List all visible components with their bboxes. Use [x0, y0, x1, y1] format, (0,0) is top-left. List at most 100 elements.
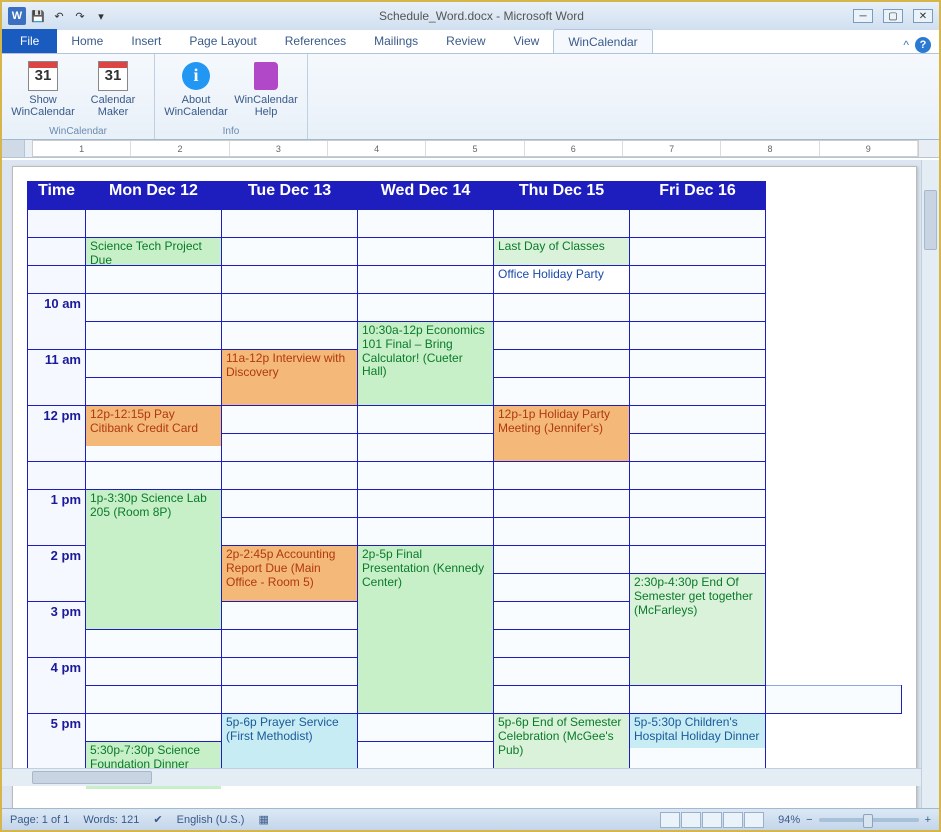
cell[interactable] — [630, 210, 766, 238]
event-childrens-hospital[interactable]: 5p-5:30p Children's Hospital Holiday Din… — [630, 714, 765, 748]
status-spellcheck-icon[interactable]: ✔ — [153, 813, 162, 826]
view-draft-button[interactable] — [744, 812, 764, 828]
tab-insert[interactable]: Insert — [117, 29, 175, 53]
qat-dropdown-icon[interactable]: ▾ — [92, 7, 110, 25]
cell[interactable] — [630, 686, 766, 714]
cell[interactable] — [358, 266, 494, 294]
cell[interactable]: 2p-5p Final Presentation (Kennedy Center… — [358, 546, 494, 714]
event-end-semester[interactable]: 2:30p-4:30p End Of Semester get together… — [630, 574, 765, 685]
cell[interactable] — [86, 266, 222, 294]
save-icon[interactable]: 💾 — [29, 7, 47, 25]
cell[interactable] — [630, 294, 766, 322]
tab-review[interactable]: Review — [432, 29, 499, 53]
about-wincalendar-button[interactable]: i About WinCalendar — [165, 58, 227, 124]
cell[interactable] — [358, 238, 494, 266]
cell[interactable] — [494, 322, 630, 350]
cell[interactable] — [494, 574, 630, 602]
cell[interactable]: Office Holiday Party — [494, 266, 630, 294]
horizontal-scrollbar[interactable] — [2, 768, 921, 786]
cell[interactable] — [494, 518, 630, 546]
cell[interactable] — [358, 406, 494, 434]
cell[interactable] — [86, 686, 222, 714]
cell[interactable] — [358, 210, 494, 238]
event-holiday-party[interactable]: Office Holiday Party — [494, 266, 629, 293]
cell[interactable] — [222, 322, 358, 350]
vertical-scrollbar[interactable] — [921, 160, 939, 808]
cell[interactable] — [358, 294, 494, 322]
event-interview[interactable]: 11a-12p Interview with Discovery — [222, 350, 357, 405]
cell[interactable] — [222, 238, 358, 266]
cell[interactable] — [222, 686, 358, 714]
cell[interactable]: Science Tech Project Due — [86, 238, 222, 266]
zoom-in-button[interactable]: + — [925, 814, 931, 826]
event-prayer-service[interactable]: 5p-6p Prayer Service (First Methodist) — [222, 714, 357, 769]
status-insert-icon[interactable]: ▦ — [258, 813, 268, 826]
cell[interactable] — [86, 378, 222, 406]
cell[interactable] — [222, 210, 358, 238]
cell[interactable] — [86, 630, 222, 658]
event-science-lab[interactable]: 1p-3:30p Science Lab 205 (Room 8P) — [86, 490, 221, 629]
zoom-level[interactable]: 94% — [778, 814, 800, 826]
cell[interactable]: 2p-2:45p Accounting Report Due (Main Off… — [222, 546, 358, 602]
event-accounting[interactable]: 2p-2:45p Accounting Report Due (Main Off… — [222, 546, 357, 601]
cell[interactable] — [494, 294, 630, 322]
zoom-slider[interactable] — [819, 818, 919, 822]
minimize-ribbon-icon[interactable]: ^ — [903, 38, 909, 52]
cell[interactable]: 11a-12p Interview with Discovery — [222, 350, 358, 406]
view-print-layout-button[interactable] — [660, 812, 680, 828]
close-button[interactable]: ✕ — [913, 9, 933, 23]
calendar-maker-button[interactable]: 31 Calendar Maker — [82, 58, 144, 124]
cell[interactable] — [358, 490, 494, 518]
cell[interactable]: Last Day of Classes — [494, 238, 630, 266]
cell[interactable] — [86, 322, 222, 350]
cell[interactable] — [494, 210, 630, 238]
tab-view[interactable]: View — [500, 29, 554, 53]
zoom-out-button[interactable]: − — [806, 814, 812, 826]
scrollbar-thumb[interactable] — [32, 771, 152, 784]
help-icon[interactable]: ? — [915, 37, 931, 53]
cell[interactable] — [222, 658, 358, 686]
show-wincalendar-button[interactable]: 31 Show WinCalendar — [12, 58, 74, 124]
cell[interactable] — [222, 406, 358, 434]
cell[interactable] — [222, 630, 358, 658]
tab-file[interactable]: File — [2, 29, 57, 53]
status-page[interactable]: Page: 1 of 1 — [10, 814, 69, 826]
cell[interactable] — [86, 714, 222, 742]
cell[interactable]: 5p-6p Prayer Service (First Methodist) — [222, 714, 358, 770]
horizontal-ruler[interactable]: 1 2 3 4 5 6 7 8 9 — [2, 140, 939, 158]
cell[interactable] — [222, 602, 358, 630]
cell[interactable] — [494, 350, 630, 378]
cell[interactable] — [358, 434, 494, 462]
cell[interactable] — [630, 462, 766, 490]
view-web-layout-button[interactable] — [702, 812, 722, 828]
event-end-sem-celebration[interactable]: 5p-6p End of Semester Celebration (McGee… — [494, 714, 629, 769]
cell[interactable] — [766, 686, 902, 714]
cell[interactable] — [494, 630, 630, 658]
tab-references[interactable]: References — [271, 29, 360, 53]
cell[interactable]: 12p-12:15p Pay Citibank Credit Card — [86, 406, 222, 462]
cell[interactable] — [494, 490, 630, 518]
cell[interactable] — [86, 294, 222, 322]
redo-icon[interactable]: ↷ — [71, 7, 89, 25]
view-full-screen-button[interactable] — [681, 812, 701, 828]
cell[interactable] — [222, 518, 358, 546]
cell[interactable] — [358, 518, 494, 546]
cell[interactable] — [494, 378, 630, 406]
cell[interactable]: 2:30p-4:30p End Of Semester get together… — [630, 574, 766, 686]
cell[interactable] — [86, 350, 222, 378]
cell[interactable] — [86, 462, 222, 490]
cell[interactable] — [630, 238, 766, 266]
cell[interactable] — [630, 406, 766, 434]
cell[interactable] — [86, 210, 222, 238]
event-last-day[interactable]: Last Day of Classes — [494, 238, 629, 265]
cell[interactable]: 10:30a-12p Economics 101 Final – Bring C… — [358, 322, 494, 406]
cell[interactable] — [222, 434, 358, 462]
cell[interactable] — [222, 294, 358, 322]
scrollbar-thumb[interactable] — [924, 190, 937, 250]
cell[interactable] — [630, 518, 766, 546]
cell[interactable] — [358, 714, 494, 742]
view-outline-button[interactable] — [723, 812, 743, 828]
cell[interactable] — [494, 658, 630, 686]
event-economics-final[interactable]: 10:30a-12p Economics 101 Final – Bring C… — [358, 322, 493, 405]
cell[interactable] — [630, 546, 766, 574]
